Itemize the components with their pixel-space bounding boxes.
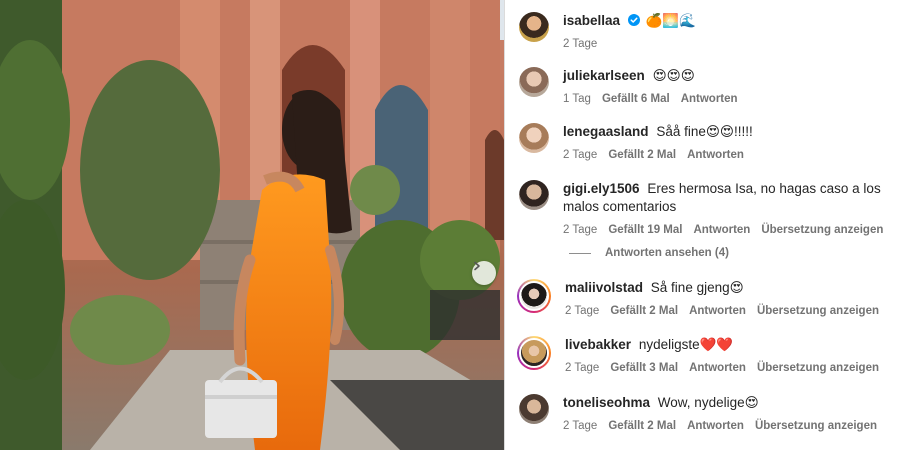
likes-count[interactable]: Gefällt 3 Mal [610,362,678,374]
comment-text: Så fine gjeng😍 [650,280,744,295]
likes-count[interactable]: Gefällt 2 Mal [608,420,676,432]
translate-button[interactable]: Übersetzung anzeigen [755,420,877,432]
avatar[interactable] [519,67,549,97]
photo-illustration [0,0,504,450]
comment-username[interactable]: lenegaasland [563,124,649,139]
author-username[interactable]: isabellaa [563,13,620,28]
avatar[interactable] [519,123,549,153]
verified-badge-icon [627,14,640,26]
comment-text: 😍😍😍 [652,68,695,83]
likes-count[interactable]: Gefällt 2 Mal [608,149,676,161]
post-author-row: isabellaa 🍊🌅🌊 2 Tage [519,12,889,50]
comment-time[interactable]: 2 Tage [565,362,599,374]
likes-count[interactable]: Gefällt 6 Mal [602,93,670,105]
comment-item: gigi.ely1506 Eres hermosa Isa, no hagas … [519,180,889,236]
avatar[interactable] [519,180,549,210]
comment-item: maliivolstad Så fine gjeng😍 2 Tage Gefäl… [517,279,889,317]
comment-text: Wow, nydelige😍 [657,395,759,410]
next-photo-button[interactable] [472,261,496,285]
comment-username[interactable]: toneliseohma [563,395,650,410]
avatar[interactable] [519,12,549,42]
reply-button[interactable]: Antworten [687,420,744,432]
comments-panel: isabellaa 🍊🌅🌊 2 Tage juliekarlseen 😍😍😍 1… [504,0,900,450]
reply-button[interactable]: Antworten [681,93,738,105]
likes-count[interactable]: Gefällt 2 Mal [610,305,678,317]
comment-text: nydeligste❤️❤️ [638,337,734,352]
comment-time[interactable]: 2 Tage [565,305,599,317]
translate-button[interactable]: Übersetzung anzeigen [757,305,879,317]
divider [569,252,591,254]
view-replies-label: Antworten ansehen (4) [605,247,729,259]
comment-time[interactable]: 2 Tage [563,224,597,236]
post-time[interactable]: 2 Tage [563,38,597,50]
comment-username[interactable]: livebakker [565,337,631,352]
caption-emojis: 🍊🌅🌊 [645,13,697,28]
comment-item: livebakker nydeligste❤️❤️ 2 Tage Gefällt… [517,336,889,374]
avatar[interactable] [517,336,551,370]
comment-username[interactable]: juliekarlseen [563,68,645,83]
comment-item: lenegaasland Såå fine😍😍!!!!! 2 Tage Gefä… [519,123,889,161]
comment-item: toneliseohma Wow, nydelige😍 2 Tage Gefäl… [519,394,889,432]
translate-button[interactable]: Übersetzung anzeigen [757,362,879,374]
likes-count[interactable]: Gefällt 19 Mal [608,224,682,236]
reply-button[interactable]: Antworten [687,149,744,161]
reply-button[interactable]: Antworten [689,362,746,374]
comment-username[interactable]: maliivolstad [565,280,643,295]
comment-time[interactable]: 1 Tag [563,93,591,105]
comment-username[interactable]: gigi.ely1506 [563,181,640,196]
chevron-right-icon [474,261,480,271]
comment-time[interactable]: 2 Tage [563,149,597,161]
reply-button[interactable]: Antworten [693,224,750,236]
comment-item: juliekarlseen 😍😍😍 1 Tag Gefällt 6 Mal An… [519,67,889,105]
avatar[interactable] [517,279,551,313]
post-photo [0,0,504,450]
comment-time[interactable]: 2 Tage [563,420,597,432]
translate-button[interactable]: Übersetzung anzeigen [761,224,883,236]
comment-text: Såå fine😍😍!!!!! [656,124,753,139]
view-replies-button[interactable]: Antworten ansehen (4) [569,247,729,259]
avatar[interactable] [519,394,549,424]
reply-button[interactable]: Antworten [689,305,746,317]
